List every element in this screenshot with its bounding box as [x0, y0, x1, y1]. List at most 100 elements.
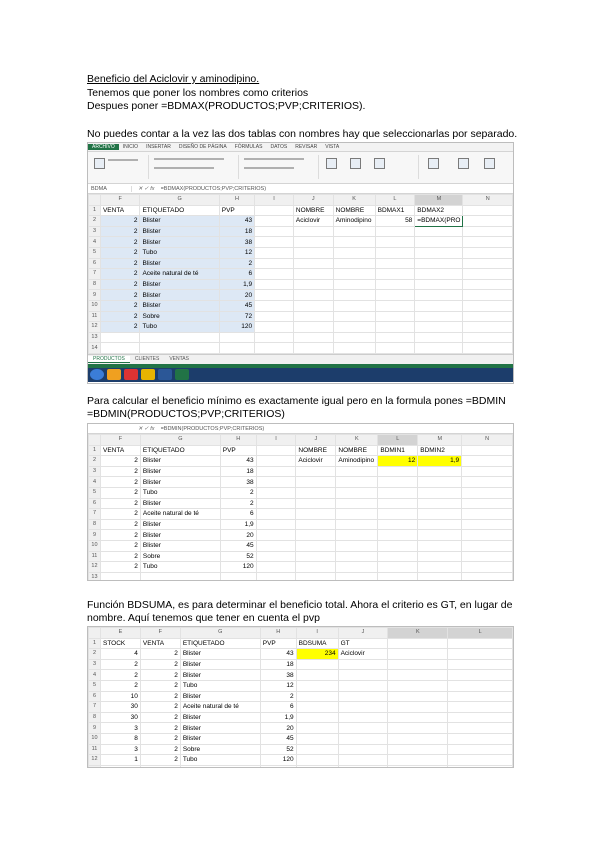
cell[interactable]	[374, 278, 416, 291]
cell[interactable]	[414, 331, 464, 344]
row-header[interactable]: 2	[88, 455, 101, 467]
cell[interactable]	[292, 299, 334, 312]
cell[interactable]: GT	[337, 637, 389, 650]
cell[interactable]	[461, 561, 513, 573]
cell[interactable]	[447, 732, 513, 745]
row-header[interactable]: 6	[88, 497, 101, 510]
cell[interactable]: NOMBRE	[335, 444, 379, 457]
cell[interactable]	[254, 268, 294, 280]
column-header[interactable]	[88, 194, 101, 206]
cell[interactable]: 45	[219, 539, 257, 552]
cell[interactable]: 4	[99, 648, 141, 660]
cell[interactable]	[295, 711, 339, 724]
cell[interactable]: 2	[99, 236, 141, 248]
cell[interactable]: Tubo	[139, 486, 221, 499]
cell[interactable]: Blister	[139, 257, 220, 270]
cell[interactable]	[447, 679, 513, 692]
cell[interactable]	[292, 342, 334, 354]
cell[interactable]	[387, 754, 449, 766]
cell[interactable]: 2	[218, 257, 256, 270]
cell[interactable]: VENTA	[99, 444, 141, 457]
cell[interactable]: 2	[99, 550, 141, 563]
sort-filter-icon[interactable]	[458, 158, 469, 169]
cell[interactable]	[332, 278, 376, 291]
cell[interactable]: Blister	[179, 658, 261, 671]
cell[interactable]	[374, 268, 416, 280]
cell[interactable]	[387, 711, 449, 724]
cell[interactable]	[179, 764, 261, 767]
row-header[interactable]: 10	[88, 299, 101, 312]
cell[interactable]: 52	[219, 550, 257, 563]
cell[interactable]	[335, 486, 379, 499]
cell[interactable]: Blister	[139, 455, 221, 467]
ribbon-tab[interactable]: DATOS	[266, 144, 291, 150]
cell[interactable]: 2	[99, 289, 141, 301]
row-header[interactable]: 6	[88, 257, 101, 270]
cell[interactable]: BDMAX2	[414, 204, 464, 217]
row-header[interactable]: 1	[88, 637, 101, 650]
cell[interactable]: 20	[218, 289, 256, 301]
cell[interactable]: Aceite natural de té	[139, 508, 221, 520]
cell[interactable]: Blister	[179, 732, 261, 745]
cell[interactable]	[332, 321, 376, 333]
cell[interactable]	[295, 743, 339, 756]
column-header[interactable]: J	[337, 627, 389, 639]
cell[interactable]: 18	[218, 225, 256, 238]
cell[interactable]	[337, 764, 389, 767]
cell[interactable]: 2	[99, 561, 141, 573]
cell[interactable]	[99, 331, 141, 344]
cell[interactable]	[254, 257, 294, 270]
cell[interactable]: Tubo	[139, 321, 220, 333]
cell[interactable]	[447, 711, 513, 724]
cell[interactable]	[414, 289, 464, 301]
cell[interactable]: 18	[259, 658, 297, 671]
cell[interactable]	[374, 289, 416, 301]
row-header[interactable]: 10	[88, 732, 101, 745]
cell[interactable]: BDMIN2	[417, 444, 463, 457]
cell[interactable]: 2	[99, 310, 141, 323]
cell[interactable]	[387, 658, 449, 671]
cell[interactable]	[447, 701, 513, 713]
cell[interactable]	[447, 690, 513, 703]
ribbon-tab[interactable]: ARCHIVO	[88, 144, 119, 150]
cell[interactable]	[461, 518, 513, 531]
cell[interactable]	[254, 278, 294, 291]
column-header[interactable]: G	[139, 194, 220, 206]
cell[interactable]: NOMBRE	[332, 204, 376, 217]
cell[interactable]: 6	[218, 268, 256, 280]
cell[interactable]	[387, 690, 449, 703]
formula-content[interactable]: =BDMAX(PRODUCTOS;PVP;CRITERIOS)	[161, 186, 513, 192]
cell[interactable]	[337, 722, 389, 734]
cell[interactable]	[377, 539, 419, 552]
cell[interactable]	[462, 310, 513, 323]
cell[interactable]	[447, 764, 513, 767]
cell[interactable]	[377, 486, 419, 499]
cell[interactable]: Sobre	[139, 550, 221, 563]
excel-icon[interactable]	[175, 369, 189, 381]
cell[interactable]: ETIQUETADO	[139, 204, 220, 217]
cell[interactable]	[387, 669, 449, 681]
cell[interactable]: Tubo	[139, 246, 220, 259]
cell[interactable]	[387, 637, 449, 650]
column-header[interactable]: L	[374, 194, 416, 206]
cell[interactable]	[414, 225, 464, 238]
cell[interactable]: 2	[99, 225, 141, 238]
cell[interactable]	[255, 518, 297, 531]
cell[interactable]	[139, 342, 220, 354]
cell[interactable]: Blister	[139, 476, 221, 488]
row-header[interactable]: 5	[88, 486, 101, 499]
cell[interactable]	[462, 215, 513, 227]
cell[interactable]	[462, 278, 513, 291]
cell[interactable]: VENTA	[139, 637, 181, 650]
cell[interactable]	[332, 246, 376, 259]
row-header[interactable]: 8	[88, 518, 101, 531]
row-header[interactable]: 4	[88, 236, 101, 248]
row-header[interactable]: 1	[88, 444, 101, 457]
cell[interactable]	[292, 268, 334, 280]
cell[interactable]	[332, 299, 376, 312]
cell[interactable]	[374, 225, 416, 238]
cell[interactable]	[414, 246, 464, 259]
cell[interactable]: =BDMAX(PRO	[414, 215, 464, 227]
cell[interactable]	[292, 236, 334, 248]
cell[interactable]	[461, 465, 513, 478]
